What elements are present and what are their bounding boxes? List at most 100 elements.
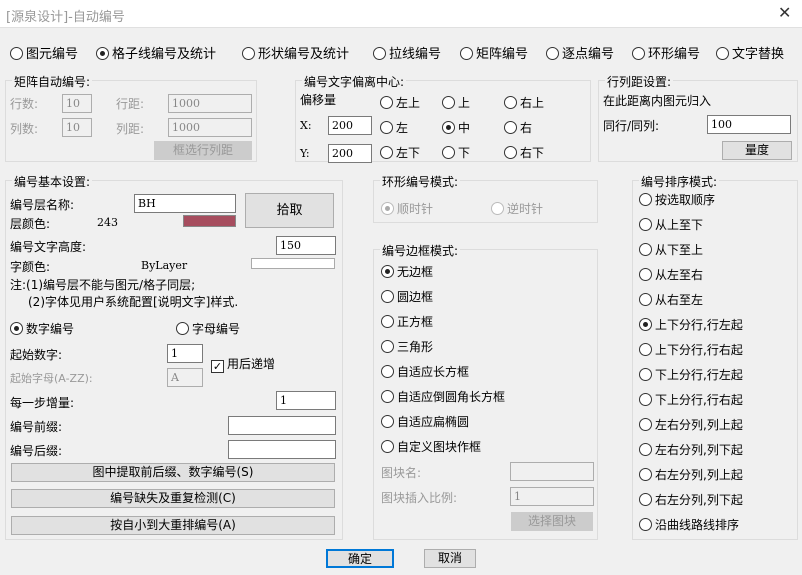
sort-option[interactable]: 左右分列,列下起 — [639, 441, 743, 466]
mode-radio-6[interactable]: 环形编号 — [632, 43, 700, 62]
title-bar: [源泉设计]-自动编号 ✕ — [0, 0, 802, 28]
extract-prefix-suffix-button[interactable]: 图中提取前后缀、数字编号(S) — [11, 463, 335, 482]
suffix-input[interactable] — [228, 440, 336, 459]
offset-pos-2-1[interactable]: 下 — [442, 144, 470, 161]
cancel-button[interactable]: 取消 — [424, 549, 476, 568]
sort-option[interactable]: 按选取顺序 — [639, 191, 743, 216]
mode-radio-1-label: 格子线编号及统计 — [112, 47, 217, 62]
mode-radio-5[interactable]: 逐点编号 — [546, 43, 614, 62]
numeric-radio[interactable]: 数字编号 — [10, 320, 74, 337]
radio-icon — [442, 121, 455, 134]
start-number-input[interactable]: 1 — [167, 344, 203, 363]
close-icon[interactable]: ✕ — [778, 3, 791, 22]
select-block-button[interactable]: 选择图块 — [511, 512, 593, 531]
missing-duplicate-check-button[interactable]: 编号缺失及重复检测(C) — [11, 489, 335, 508]
offset-pos-1-0[interactable]: 左 — [380, 119, 408, 136]
alpha-radio[interactable]: 字母编号 — [176, 320, 240, 337]
radio-icon — [176, 322, 189, 335]
offset-x-input[interactable]: 200 — [328, 116, 372, 135]
col-gap-input[interactable]: 1000 — [168, 118, 252, 137]
border-option[interactable]: 自适应倒圆角长方框 — [381, 388, 505, 413]
sort-option[interactable]: 下上分行,行左起 — [639, 366, 743, 391]
sort-option[interactable]: 上下分行,行右起 — [639, 341, 743, 366]
sort-mode-list: 按选取顺序 从上至下 从下至上 从左至右 从右至左 上下分行,行左起 上下分行,行右起 下上分… — [639, 191, 743, 541]
radio-icon — [639, 318, 652, 331]
layer-color-swatch[interactable] — [183, 215, 236, 227]
text-height-input[interactable]: 150 — [276, 236, 336, 255]
cols-input[interactable]: 10 — [62, 118, 92, 137]
radio-icon — [491, 202, 504, 215]
radio-icon — [381, 390, 394, 403]
border-option[interactable]: 三角形 — [381, 338, 505, 363]
block-name-input[interactable] — [510, 462, 594, 481]
sort-option-label: 右左分列,列上起 — [655, 468, 743, 482]
step-input[interactable]: 1 — [276, 391, 336, 410]
sort-option[interactable]: 上下分行,行左起 — [639, 316, 743, 341]
same-row-col-input[interactable]: 100 — [707, 115, 791, 134]
sort-option[interactable]: 从左至右 — [639, 266, 743, 291]
border-option[interactable]: 自适应扁椭圆 — [381, 413, 505, 438]
mode-radio-3[interactable]: 拉线编号 — [373, 43, 441, 62]
layer-name-input[interactable]: BH — [134, 194, 236, 213]
mode-radio-7[interactable]: 文字替换 — [716, 43, 784, 62]
border-option[interactable]: 圆边框 — [381, 288, 505, 313]
sort-option[interactable]: 沿曲线路线排序 — [639, 516, 743, 541]
offset-pos-0-0[interactable]: 左上 — [380, 94, 420, 111]
offset-pos-2-0[interactable]: 左下 — [380, 144, 420, 161]
counterclockwise-radio[interactable]: 逆时针 — [491, 200, 543, 217]
radio-icon — [639, 193, 652, 206]
offset-pos-1-2[interactable]: 右 — [504, 119, 532, 136]
measure-button[interactable]: 量度 — [722, 141, 792, 160]
font-color-swatch[interactable] — [251, 258, 335, 269]
radio-icon — [639, 518, 652, 531]
mode-radio-0[interactable]: 图元编号 — [10, 43, 78, 62]
offset-pos-2-0-label: 左下 — [396, 146, 421, 160]
offset-pos-1-1[interactable]: 中 — [442, 119, 470, 136]
sort-option[interactable]: 从下至上 — [639, 241, 743, 266]
start-letter-input[interactable]: A — [167, 368, 203, 387]
border-option[interactable]: 自定义图块作框 — [381, 438, 505, 463]
mode-radio-1[interactable]: 格子线编号及统计 — [96, 43, 216, 62]
offset-y-input[interactable]: 200 — [328, 144, 372, 163]
border-option-label: 正方框 — [397, 315, 434, 329]
radio-icon — [381, 340, 394, 353]
border-option[interactable]: 正方框 — [381, 313, 505, 338]
border-option[interactable]: 自适应长方框 — [381, 363, 505, 388]
offset-pos-0-2[interactable]: 右上 — [504, 94, 544, 111]
radio-icon — [381, 315, 394, 328]
mode-radio-4[interactable]: 矩阵编号 — [460, 43, 528, 62]
sort-option[interactable]: 下上分行,行右起 — [639, 391, 743, 416]
prefix-label: 编号前缀: — [10, 420, 63, 434]
offset-pos-0-1[interactable]: 上 — [442, 94, 470, 111]
layer-color-value: 243 — [97, 216, 118, 229]
mode-radio-2[interactable]: 形状编号及统计 — [242, 43, 349, 62]
border-mode-list: 无边框圆边框正方框三角形 自适应长方框 自适应倒圆角长方框 自适应扁椭圆 自定义图块作框 — [381, 263, 505, 463]
basic-group-title: 编号基本设置: — [12, 173, 93, 190]
spacing-group-title: 行列距设置: — [605, 73, 674, 90]
radio-icon — [639, 493, 652, 506]
offset-pos-2-2[interactable]: 右下 — [504, 144, 544, 161]
block-scale-label: 图块插入比例: — [381, 491, 458, 505]
sort-option[interactable]: 右左分列,列下起 — [639, 491, 743, 516]
note-2: (2)字体见用户系统配置[说明文字]样式. — [28, 295, 239, 309]
row-gap-input[interactable]: 1000 — [168, 94, 252, 113]
radio-icon — [639, 343, 652, 356]
sort-option[interactable]: 从右至左 — [639, 291, 743, 316]
increment-after-checkbox[interactable]: ✓ 用后递增 — [211, 355, 275, 373]
offset-pos-1-2-label: 右 — [520, 121, 533, 135]
sort-option[interactable]: 从上至下 — [639, 216, 743, 241]
sort-option[interactable]: 右左分列,列上起 — [639, 466, 743, 491]
border-option[interactable]: 无边框 — [381, 263, 505, 288]
pick-layer-button[interactable]: 拾取 — [245, 193, 334, 228]
border-option-label: 无边框 — [397, 265, 434, 279]
renumber-ascending-button[interactable]: 按自小到大重排编号(A) — [11, 516, 335, 535]
block-scale-input[interactable]: 1 — [510, 487, 594, 506]
rows-input[interactable]: 10 — [62, 94, 92, 113]
select-spacing-button[interactable]: 框选行列距 — [154, 141, 252, 160]
mode-radio-4-label: 矩阵编号 — [476, 47, 529, 62]
clockwise-radio[interactable]: 顺时针 — [381, 200, 433, 217]
spacing-desc: 在此距离内图元归入 — [603, 94, 712, 108]
ok-button[interactable]: 确定 — [326, 549, 394, 568]
sort-option[interactable]: 左右分列,列上起 — [639, 416, 743, 441]
prefix-input[interactable] — [228, 416, 336, 435]
